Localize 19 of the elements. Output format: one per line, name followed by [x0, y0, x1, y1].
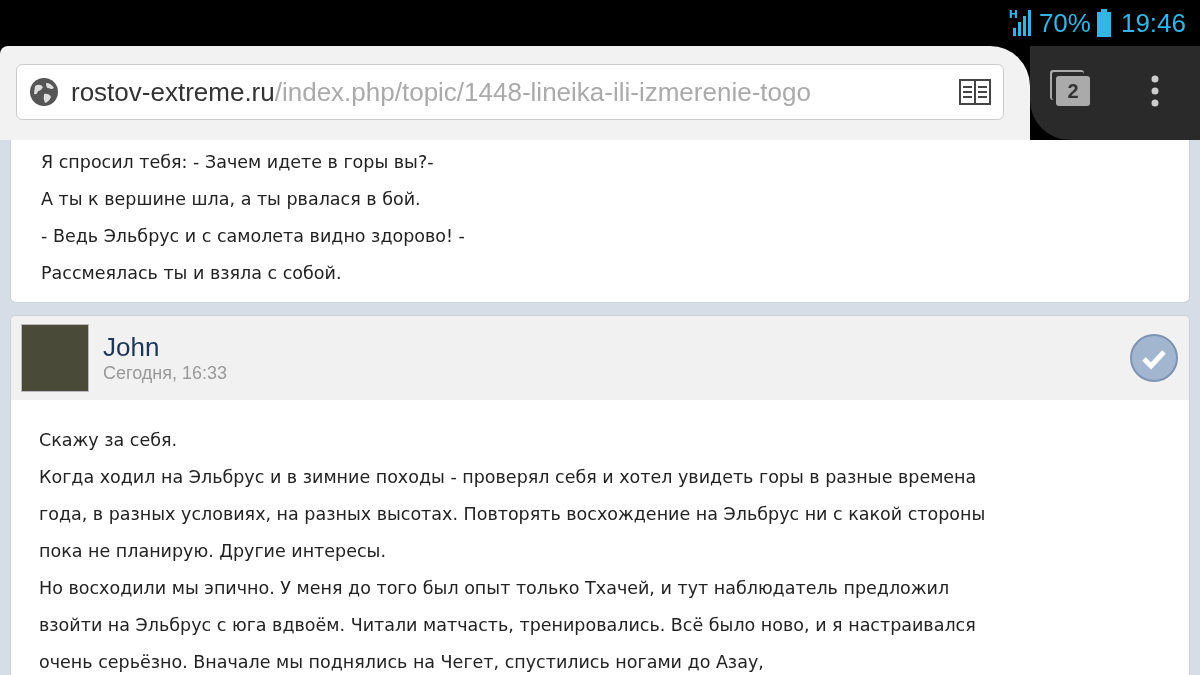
menu-icon[interactable] — [1151, 75, 1159, 107]
checkmark-icon[interactable] — [1129, 333, 1179, 383]
battery-percent: 70% — [1038, 7, 1091, 39]
post-text: Рассмеялась ты и взяла с собой. — [41, 262, 343, 285]
post-text: Я спросил тебя: - Зачем идете в горы вы?- — [41, 151, 435, 174]
post-text: А ты к вершине шла, а ты рвалася в бой. — [41, 188, 422, 211]
battery-icon — [1096, 9, 1111, 37]
author-name[interactable]: John — [103, 332, 1115, 363]
globe-icon — [29, 77, 59, 107]
post-time: Сегодня, 16:33 — [103, 363, 229, 384]
post-text: - Ведь Эльбрус и с самолета видно здорово! - — [41, 225, 466, 248]
clock: 19:46 — [1120, 7, 1186, 39]
post-text: Но восходили мы эпично. У меня до того был опыт только Тхачей, и тут наблюдатель предложил взойти на Эльбрус с юга вдвоём. Читали матчасть, тренировались. Всё было ново, и я настраивался очень серьёзно. Вначале мы поднялись на Чегет, спустились ногами до Азау, — [39, 577, 977, 674]
network-type: H — [1008, 8, 1018, 21]
address-field[interactable]: rostov-extreme.ru/index.php/topic/1448-lineika-ili-izmerenie-togo — [16, 64, 1004, 120]
avatar-image[interactable] — [21, 324, 89, 392]
post-text: Когда ходил на Эльбрус и в зимние походы - проверял себя и хотел увидеть горы в разные времена года, в разных условиях, на разных высотах. Повторять восхождение на Эльбрус ни с какой стороны пока не планирую. Другие интересы. — [39, 466, 987, 563]
post-text: Скажу за себя. — [39, 429, 179, 452]
reader-mode-icon[interactable] — [959, 79, 991, 105]
